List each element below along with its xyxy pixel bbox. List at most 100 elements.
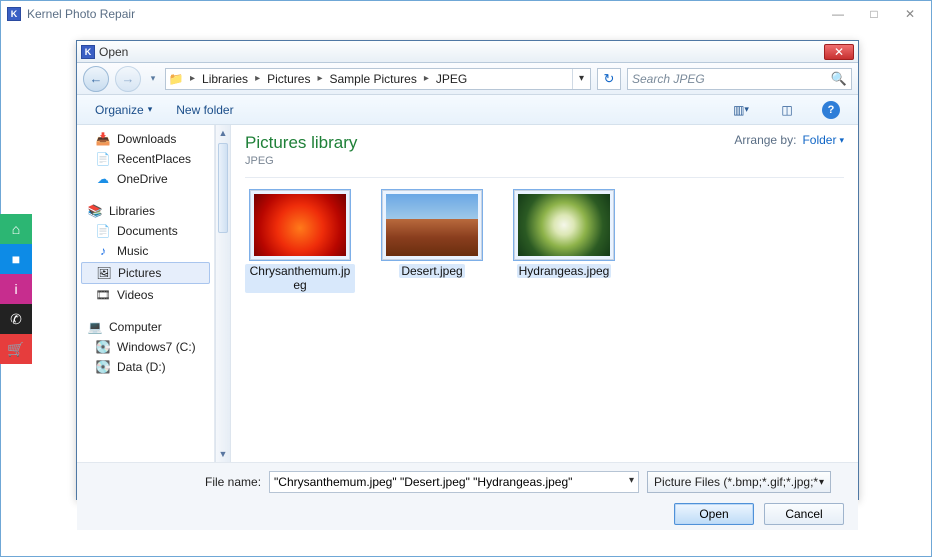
thumbnail-image [514, 190, 614, 260]
tree-item-icon: 📄 [95, 152, 111, 166]
thumbnail-grid: Chrysanthemum.jpeg Desert.jpeg Hydrangeas.… [245, 188, 844, 293]
tree-item[interactable]: 📥Downloads [77, 129, 214, 149]
tree-item[interactable]: 💽 Data (D:) [77, 357, 214, 377]
view-mode-button[interactable]: ▥ ▾ [730, 101, 752, 119]
minimize-button[interactable]: — [823, 5, 853, 23]
crumb-libraries[interactable]: Libraries [199, 69, 251, 89]
crumb-sample[interactable]: Sample Pictures [326, 69, 419, 89]
crumb-pictures[interactable]: Pictures [264, 69, 313, 89]
dialog-body: 📥Downloads 📄 RecentPlaces ☁ OneDrive 📚 Librari… [77, 125, 858, 462]
dialog-title: Open [99, 45, 128, 59]
search-icon[interactable]: 🔍 [831, 71, 847, 87]
tree-item-icon: 📄 [95, 224, 111, 238]
tree-item-label: RecentPlaces [117, 152, 191, 166]
preview-pane-button[interactable]: ◫ [776, 101, 798, 119]
dialog-titlebar: K Open ✕ [77, 41, 858, 63]
camera-icon[interactable]: ■ [0, 244, 32, 274]
tree-item-label: OneDrive [117, 172, 168, 186]
search-input[interactable] [632, 72, 827, 86]
history-dropdown[interactable]: ▾ [147, 69, 159, 89]
tree-item[interactable]: 🖼 Pictures [81, 262, 210, 284]
tree-item-icon: ♪ [95, 244, 111, 258]
file-thumbnail[interactable]: Hydrangeas.jpeg [509, 190, 619, 293]
dialog-close-button[interactable]: ✕ [824, 44, 854, 60]
filename-dropdown[interactable]: ▾ [629, 475, 634, 486]
app-titlebar: K Kernel Photo Repair — □ ✕ [1, 1, 931, 27]
tree-item[interactable]: ☁ OneDrive [77, 169, 214, 189]
breadcrumb[interactable]: 📁 ▸ Libraries ▸ Pictures ▸ Sample Pictur… [165, 68, 591, 90]
open-dialog: K Open ✕ ← → ▾ 📁 ▸ Libraries ▸ Pictures … [76, 40, 859, 500]
chevron-down-icon: ▾ [839, 135, 844, 146]
app-title: Kernel Photo Repair [27, 7, 135, 21]
toolbar: Organize ▾ New folder ▥ ▾ ◫ ? [77, 95, 858, 125]
thumbnail-caption: Chrysanthemum.jpeg [245, 264, 355, 293]
file-type-filter[interactable]: Picture Files (*.bmp;*.gif;*.jpg;* ▾ [647, 471, 831, 493]
cart-icon[interactable]: 🛒 [0, 334, 32, 364]
nav-row: ← → ▾ 📁 ▸ Libraries ▸ Pictures ▸ Sample … [77, 63, 858, 95]
tree-item-icon: 💽 [95, 360, 111, 374]
file-thumbnail[interactable]: Desert.jpeg [377, 190, 487, 293]
thumbnail-image [250, 190, 350, 260]
tree-item-label: Windows7 (C:) [117, 340, 196, 354]
thumbnail-image [382, 190, 482, 260]
cancel-button[interactable]: Cancel [764, 503, 844, 525]
crumb-jpeg[interactable]: JPEG [433, 69, 470, 89]
filename-label: File name: [205, 475, 261, 489]
tree-item[interactable]: ♪ Music [77, 241, 214, 261]
tree-item-label: Downloads [117, 132, 176, 146]
tree-item-icon: 📚 [87, 204, 103, 218]
dialog-footer: File name: ▾ Picture Files (*.bmp;*.gif;… [77, 462, 858, 530]
tree-item[interactable]: 💻 Computer [77, 317, 214, 337]
open-button[interactable]: Open [674, 503, 754, 525]
help-icon[interactable]: ? [822, 101, 840, 119]
tree-item-label: Data (D:) [117, 360, 166, 374]
tree-item-label: Pictures [118, 266, 161, 280]
content-heading: Pictures library [245, 133, 357, 153]
tree-item-icon: 💻 [87, 320, 103, 334]
search-box[interactable]: 🔍 [627, 68, 852, 90]
info-icon[interactable]: i [0, 274, 32, 304]
file-thumbnail[interactable]: Chrysanthemum.jpeg [245, 190, 355, 293]
content-subheading: JPEG [245, 155, 357, 167]
arrange-by-dropdown[interactable]: Folder ▾ [802, 133, 844, 147]
tree-scrollbar[interactable]: ▲ ▼ [215, 125, 231, 462]
tree-item[interactable]: 🎞 Videos [77, 285, 214, 305]
tree-item-icon: 🎞 [95, 288, 111, 302]
scroll-thumb[interactable] [218, 143, 228, 233]
folder-tree[interactable]: 📥Downloads 📄 RecentPlaces ☁ OneDrive 📚 Librari… [77, 125, 215, 462]
new-folder-button[interactable]: New folder [176, 103, 233, 117]
refresh-button[interactable]: ↻ [597, 68, 621, 90]
tree-item[interactable]: 📄 RecentPlaces [77, 149, 214, 169]
tree-item[interactable]: 📚 Libraries [77, 201, 214, 221]
scroll-down-icon[interactable]: ▼ [216, 446, 230, 462]
tree-item[interactable]: 💽 Windows7 (C:) [77, 337, 214, 357]
chevron-down-icon: ▾ [148, 104, 153, 115]
maximize-button[interactable]: □ [859, 5, 889, 23]
phone-icon[interactable]: ✆ [0, 304, 32, 334]
thumbnail-caption: Hydrangeas.jpeg [517, 264, 612, 278]
tree-item-label: Computer [109, 320, 162, 334]
app-logo-icon: K [7, 7, 21, 21]
forward-button[interactable]: → [115, 66, 141, 92]
chevron-down-icon: ▾ [819, 477, 824, 488]
filename-field[interactable]: ▾ [269, 471, 639, 493]
back-button[interactable]: ← [83, 66, 109, 92]
filename-input[interactable] [274, 475, 634, 489]
tree-item-label: Libraries [109, 204, 155, 218]
tree-item-icon: 💽 [95, 340, 111, 354]
arrange-by: Arrange by: Folder ▾ [734, 133, 844, 147]
tree-item[interactable]: 📄 Documents [77, 221, 214, 241]
breadcrumb-dropdown[interactable]: ▾ [572, 69, 590, 89]
tree-item-label: Documents [117, 224, 178, 238]
app-close-button[interactable]: ✕ [895, 5, 925, 23]
tree-item-icon: 🖼 [96, 266, 112, 280]
tree-item-label: Music [117, 244, 148, 258]
scroll-up-icon[interactable]: ▲ [216, 125, 230, 141]
home-icon[interactable]: ⌂ [0, 214, 32, 244]
file-list-pane: Pictures library JPEG Arrange by: Folder… [231, 125, 858, 462]
tree-item-label: Videos [117, 288, 153, 302]
organize-button[interactable]: Organize ▾ [95, 103, 152, 117]
thumbnail-caption: Desert.jpeg [399, 264, 464, 278]
tree-item-icon: ☁ [95, 172, 111, 186]
folder-icon: 📁 [166, 72, 186, 86]
